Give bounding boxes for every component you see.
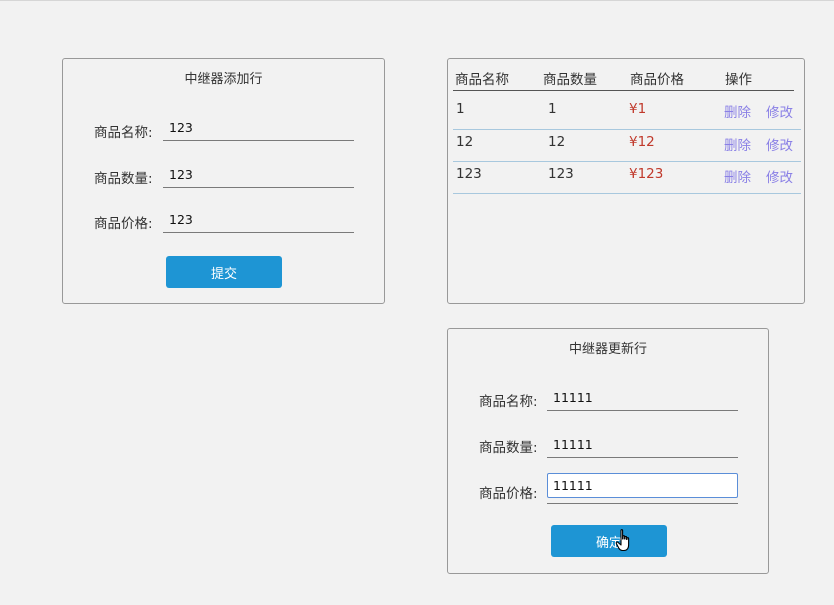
edit-link[interactable]: 修改 bbox=[766, 101, 793, 121]
cell-name: 1 bbox=[456, 101, 465, 117]
update-row-panel: 中继器更新行 商品名称: 商品数量: 商品价格: 确定 bbox=[447, 328, 769, 574]
add-price-label: 商品价格: bbox=[94, 216, 153, 232]
update-price-label: 商品价格: bbox=[479, 486, 538, 502]
header-qty: 商品数量 bbox=[543, 72, 597, 88]
update-price-input[interactable] bbox=[547, 473, 738, 498]
add-qty-input[interactable] bbox=[163, 162, 354, 188]
delete-link[interactable]: 删除 bbox=[724, 166, 751, 186]
update-row-title: 中继器更新行 bbox=[568, 342, 647, 357]
top-divider bbox=[0, 0, 834, 1]
cell-price: ¥123 bbox=[629, 166, 664, 182]
cell-price: ¥12 bbox=[629, 134, 655, 150]
cell-qty: 123 bbox=[548, 166, 574, 182]
repeater-table-panel: 商品名称 商品数量 商品价格 操作 1 1 ¥1 删除 修改 12 12 ¥12… bbox=[447, 58, 805, 304]
delete-link[interactable]: 删除 bbox=[724, 134, 751, 154]
submit-button[interactable]: 提交 bbox=[166, 256, 282, 288]
hand-pointer-icon bbox=[615, 529, 630, 552]
update-name-label: 商品名称: bbox=[479, 394, 538, 410]
add-row-panel: 中继器添加行 商品名称: 商品数量: 商品价格: 提交 bbox=[62, 58, 385, 304]
add-qty-label: 商品数量: bbox=[94, 171, 153, 187]
table-row: 12 12 ¥12 删除 修改 bbox=[453, 130, 801, 162]
cell-qty: 12 bbox=[548, 134, 566, 150]
add-name-label: 商品名称: bbox=[94, 125, 153, 141]
header-action: 操作 bbox=[725, 72, 752, 88]
add-row-title: 中继器添加行 bbox=[184, 72, 263, 87]
add-name-input[interactable] bbox=[163, 115, 354, 141]
cell-price: ¥1 bbox=[629, 101, 647, 117]
update-name-input[interactable] bbox=[547, 385, 738, 411]
cell-qty: 1 bbox=[548, 101, 557, 117]
header-name: 商品名称 bbox=[455, 72, 509, 88]
table-row: 1 1 ¥1 删除 修改 bbox=[453, 97, 801, 130]
header-divider bbox=[453, 90, 794, 91]
table-row: 123 123 ¥123 删除 修改 bbox=[453, 162, 801, 194]
update-price-underline bbox=[547, 503, 738, 504]
edit-link[interactable]: 修改 bbox=[766, 166, 793, 186]
update-qty-label: 商品数量: bbox=[479, 440, 538, 456]
cell-name: 12 bbox=[456, 134, 474, 150]
header-price: 商品价格 bbox=[630, 72, 684, 88]
edit-link[interactable]: 修改 bbox=[766, 134, 793, 154]
cell-name: 123 bbox=[456, 166, 482, 182]
update-qty-input[interactable] bbox=[547, 432, 738, 458]
delete-link[interactable]: 删除 bbox=[724, 101, 751, 121]
add-price-input[interactable] bbox=[163, 207, 354, 233]
confirm-button[interactable]: 确定 bbox=[551, 525, 667, 557]
